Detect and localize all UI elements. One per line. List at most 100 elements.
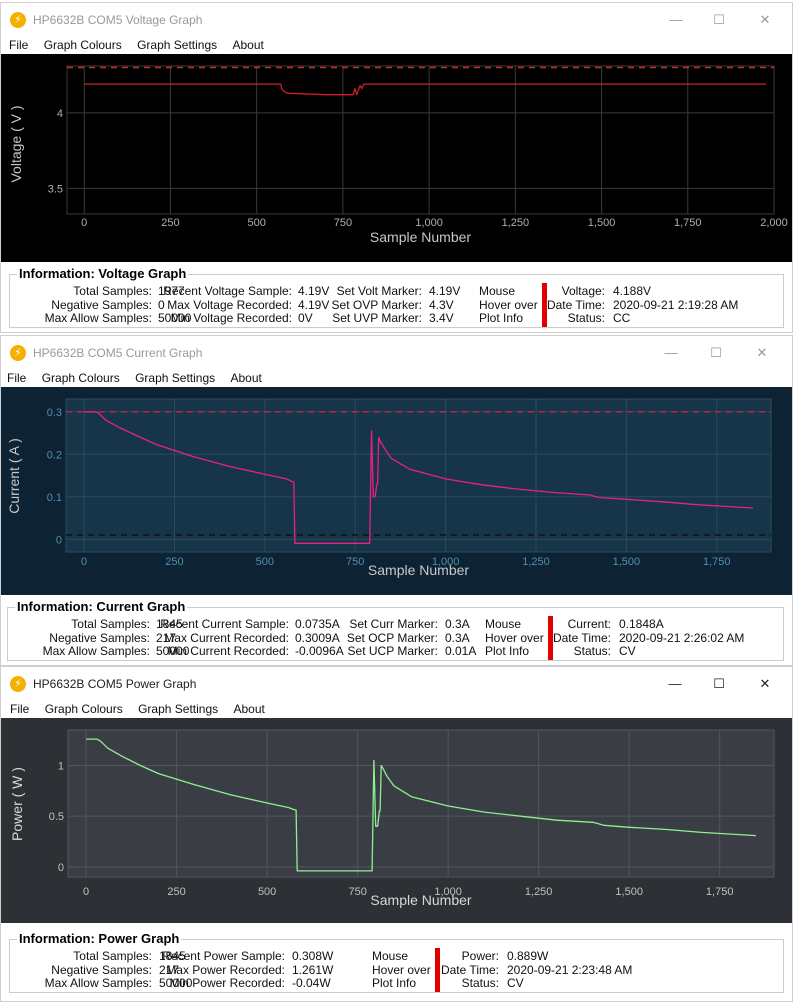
min-recorded-label: Min Power Recorded: — [169, 976, 285, 990]
mouse-hint-line2: Hover over — [372, 962, 431, 977]
info-panel: Information: Power Graph Total Samples: … — [1, 923, 792, 995]
x-tick-label: 0 — [83, 886, 89, 898]
menu-about[interactable]: About — [232, 37, 263, 54]
voltage-plot-area[interactable]: 0 250 500 750 1,000 1,250 1,500 1,750 2,000 4 3.5 V… — [1, 54, 792, 262]
max-allow-samples-label: Max Allow Samples: — [44, 311, 152, 325]
negative-samples-label: Negative Samples: — [49, 630, 150, 645]
mouse-hint-line3: Plot Info — [479, 311, 524, 325]
set-marker-value: 0.3A — [445, 617, 470, 631]
x-tick-label: 250 — [167, 886, 185, 898]
total-samples-label: Total Samples: — [73, 949, 152, 963]
menu-about[interactable]: About — [233, 701, 264, 718]
current-graph-window: ⚡ HP6632B COM5 Current Graph — ☐ ✕ File … — [0, 335, 793, 666]
hover-value: 4.188V — [613, 284, 652, 298]
minimize-button[interactable]: — — [648, 341, 694, 365]
menu-graph-colours[interactable]: Graph Colours — [44, 37, 122, 54]
y-axis-label: Voltage ( V ) — [8, 105, 24, 182]
max-recorded-value: 1.261W — [292, 962, 334, 977]
negative-samples-value: 0 — [158, 297, 165, 312]
x-tick-label: 1,500 — [588, 217, 616, 229]
y-tick-label: 0.3 — [47, 407, 62, 419]
menu-graph-settings[interactable]: Graph Settings — [138, 701, 218, 718]
menu-file[interactable]: File — [7, 370, 26, 387]
min-recorded-label: Min Voltage Recorded: — [170, 311, 292, 325]
x-tick-label: 1,750 — [674, 217, 702, 229]
x-axis-label: Sample Number — [370, 892, 471, 908]
y-tick-label: 0 — [56, 534, 62, 546]
x-tick-label: 1,000 — [415, 217, 443, 229]
hover-status: CV — [619, 644, 636, 658]
x-tick-label: 750 — [348, 886, 366, 898]
mouse-hint-line1: Mouse — [479, 284, 516, 298]
x-tick-label: 250 — [161, 217, 179, 229]
hover-status-label: Status: — [573, 644, 611, 658]
x-tick-label: 1,750 — [703, 556, 731, 568]
x-tick-label: 500 — [248, 217, 266, 229]
x-tick-label: 0 — [81, 217, 87, 229]
set-marker-value: 4.19V — [429, 284, 461, 298]
max-recorded-label: Max Current Recorded: — [164, 630, 289, 645]
title-bar[interactable]: ⚡ HP6632B COM5 Current Graph — ☐ ✕ — [1, 336, 792, 370]
min-recorded-value: -0.04W — [292, 976, 331, 990]
close-button[interactable]: ✕ — [739, 341, 785, 365]
current-plot-area[interactable]: 0 250 500 750 1,000 1,250 1,500 1,750 0.3 0.2 0.1 0… — [1, 387, 792, 595]
voltage-chart[interactable]: 0 250 500 750 1,000 1,250 1,500 1,750 2,000 4 3.5 V… — [1, 54, 792, 262]
total-samples-label: Total Samples: — [73, 284, 152, 298]
y-tick-label: 0.2 — [47, 449, 62, 461]
set-marker-label: Set Curr Marker: — [349, 617, 438, 631]
hover-value-label: Voltage: — [561, 284, 605, 298]
title-bar[interactable]: ⚡ HP6632B COM5 Voltage Graph — ☐ ✕ — [1, 3, 792, 37]
x-tick-label: 500 — [258, 886, 276, 898]
mouse-hint-line3: Plot Info — [485, 644, 530, 658]
hover-value: 0.1848A — [619, 617, 664, 631]
info-title: Information: Current Graph — [15, 599, 188, 614]
x-tick-label: 1,500 — [613, 556, 641, 568]
menu-graph-colours[interactable]: Graph Colours — [42, 370, 120, 387]
menu-about[interactable]: About — [230, 370, 261, 387]
window-title: HP6632B COM5 Power Graph — [33, 677, 197, 691]
title-bar[interactable]: ⚡ HP6632B COM5 Power Graph — ☐ ✕ — [1, 667, 792, 701]
hover-value: 0.889W — [507, 949, 549, 963]
mouse-hint-line2: Hover over — [485, 630, 544, 645]
total-samples-label: Total Samples: — [71, 617, 150, 631]
max-recorded-value: 0.3009A — [295, 630, 340, 645]
menu-graph-settings[interactable]: Graph Settings — [135, 370, 215, 387]
menu-file[interactable]: File — [10, 701, 29, 718]
set-ocp-value: 0.3A — [445, 630, 470, 645]
mouse-hint-line1: Mouse — [485, 617, 522, 631]
set-uvp-label: Set UVP Marker: — [332, 311, 422, 325]
y-axis-label: Power ( W ) — [9, 767, 25, 841]
hover-indicator-bar — [435, 948, 440, 992]
recent-sample-label: Recent Current Sample: — [160, 617, 289, 631]
power-graph-window: ⚡ HP6632B COM5 Power Graph — ☐ ✕ File Gr… — [0, 666, 793, 1002]
power-plot-area[interactable]: 0 250 500 750 1,000 1,250 1,500 1,750 1 0.5 0 Power… — [1, 718, 792, 923]
power-chart[interactable]: 0 250 500 750 1,000 1,250 1,500 1,75010.50Power… — [1, 718, 792, 923]
set-ovp-label: Set OVP Marker: — [331, 297, 422, 312]
hover-datetime: 2020-09-21 2:23:48 AM — [507, 962, 633, 977]
menu-bar: File Graph Colours Graph Settings About — [1, 701, 792, 718]
menu-graph-settings[interactable]: Graph Settings — [137, 37, 217, 54]
x-tick-label: 250 — [165, 556, 183, 568]
x-tick-label: 1,250 — [522, 556, 550, 568]
menu-graph-colours[interactable]: Graph Colours — [45, 701, 123, 718]
current-chart[interactable]: 0 250 500 750 1,000 1,250 1,500 1,7500.30.20.10… — [1, 387, 792, 595]
maximize-button[interactable]: ☐ — [696, 672, 742, 696]
close-button[interactable]: ✕ — [742, 8, 788, 32]
info-panel: Information: Voltage Graph Total Samples… — [1, 262, 792, 332]
hover-value-label: Power: — [461, 949, 499, 963]
maximize-button[interactable]: ☐ — [696, 8, 742, 32]
max-allow-samples-label: Max Allow Samples: — [44, 976, 152, 990]
y-tick-label: 0.1 — [47, 492, 62, 504]
info-panel: Information: Current Graph Total Samples… — [1, 595, 792, 665]
x-tick-label: 500 — [256, 556, 274, 568]
info-title: Information: Voltage Graph — [17, 266, 189, 281]
menu-file[interactable]: File — [9, 37, 28, 54]
recent-sample-value: 4.19V — [298, 284, 330, 298]
max-recorded-value: 4.19V — [298, 297, 330, 312]
lightning-app-icon: ⚡ — [10, 12, 26, 28]
maximize-button[interactable]: ☐ — [693, 341, 739, 365]
minimize-button[interactable]: — — [652, 672, 698, 696]
minimize-button[interactable]: — — [653, 8, 699, 32]
window-title: HP6632B COM5 Current Graph — [33, 346, 203, 360]
close-button[interactable]: ✕ — [742, 672, 788, 696]
